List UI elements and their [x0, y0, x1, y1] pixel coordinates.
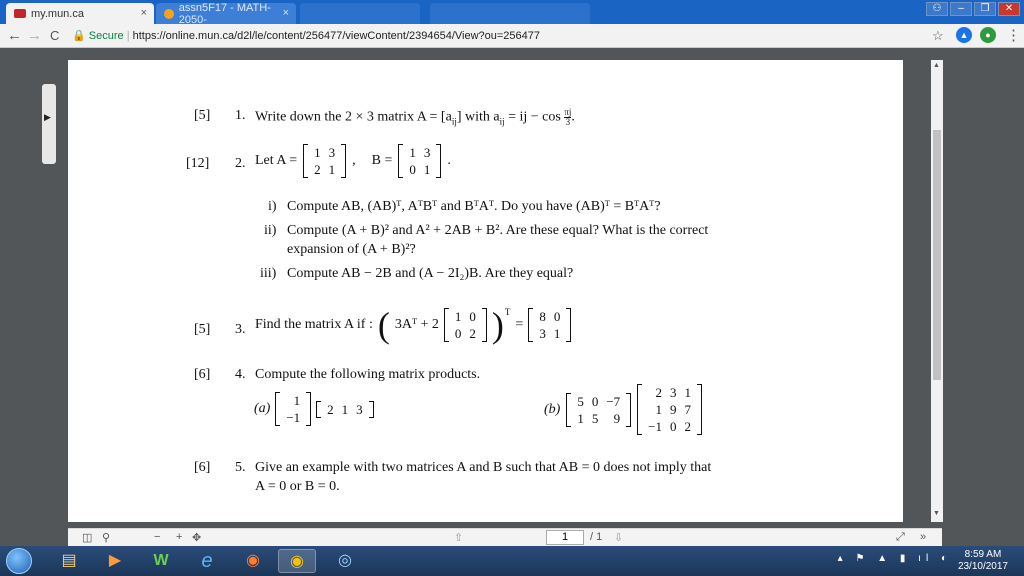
clock[interactable]: 8:59 AM 23/10/2017	[958, 549, 1008, 573]
question-number: 1.	[235, 108, 246, 123]
row-vector: 213	[316, 400, 374, 418]
word-icon[interactable]: W	[142, 549, 180, 573]
bookmark-star-icon[interactable]: ☆	[932, 27, 944, 45]
part-text: Compute AB − 2B and (A − 2I₂)B. Are they…	[287, 266, 574, 281]
tab-close-icon[interactable]: ×	[283, 7, 289, 19]
tab-title: assn5F17 - MATH-2050-	[178, 1, 271, 26]
thumbnails-icon[interactable]: ◫	[82, 531, 92, 544]
file-explorer-icon[interactable]: ▤	[50, 549, 88, 573]
next-page-icon[interactable]: ⇩	[614, 531, 623, 544]
marks: [5]	[194, 322, 211, 337]
firefox-icon[interactable]: ◉	[234, 549, 272, 573]
viewer-toolbar: ◫ ⚲ − + ✥ ⇧ 1 / 1 ⇩ ⤢ »	[68, 528, 942, 546]
taskbar: ▤ ▶ W e ◉ ◉ ◎ ▴ ⚑ ▲ ▮ ıl ◐ 8:59 AM 23/10…	[0, 546, 1024, 576]
part-text: Compute (A + B)² and A² + 2AB + B². Are …	[287, 223, 709, 238]
mun-favicon-icon	[14, 9, 26, 18]
tab-bar: my.mun.ca × assn5F17 - MATH-2050- × ⚇ – …	[0, 0, 1024, 26]
extension-icon[interactable]: ●	[980, 27, 996, 43]
profile-icon[interactable]: ⚇	[926, 2, 948, 16]
scroll-up-icon[interactable]: ▲	[933, 62, 940, 69]
part-label: ii)	[264, 223, 277, 238]
previous-page-icon[interactable]: ⇧	[454, 531, 463, 544]
tab-blurred[interactable]	[300, 3, 420, 24]
matrix-B: 13 01	[398, 144, 442, 178]
scroll-down-icon[interactable]: ▼	[933, 510, 940, 517]
scroll-thumb[interactable]	[933, 130, 941, 380]
reload-icon[interactable]: C	[50, 27, 59, 45]
question-number: 4.	[235, 367, 246, 382]
column-vector: 1 −1	[275, 392, 312, 426]
tab-close-icon[interactable]: ×	[141, 7, 147, 19]
question-3-text: Find the matrix A if : ( 3Aᵀ + 2 10 02 )…	[255, 307, 572, 343]
d2l-favicon-icon	[164, 8, 174, 19]
question-5-line1: Give an example with two matrices A and …	[255, 460, 712, 475]
product-b: (b) 5 0 −7 159 231 197 −1 0 2	[544, 384, 703, 435]
document-page: [5] 1. Write down the 2 × 3 matrix A = […	[68, 60, 903, 522]
page-number-input[interactable]: 1	[546, 530, 584, 545]
lock-icon: 🔒	[72, 30, 89, 42]
tab-my-mun[interactable]: my.mun.ca ×	[6, 3, 154, 24]
marks: [12]	[186, 156, 210, 171]
marks: [6]	[194, 367, 211, 382]
side-panel-toggle[interactable]	[42, 84, 56, 164]
secure-label: Secure	[88, 30, 124, 42]
restore-icon[interactable]: ❐	[974, 2, 996, 16]
close-window-icon[interactable]: ✕	[998, 2, 1020, 16]
part-text: expansion of (A + B)²?	[287, 242, 416, 257]
url-field[interactable]: 🔒 Secure | https://online.mun.ca/d2l/le/…	[72, 27, 952, 45]
part-label: iii)	[260, 266, 277, 281]
matrix-R: 80 31	[528, 308, 572, 342]
question-number: 5.	[235, 460, 246, 475]
page-scrollbar[interactable]: ▲ ▼	[931, 60, 943, 522]
zoom-in-button[interactable]: +	[176, 531, 182, 543]
tab-assignment[interactable]: assn5F17 - MATH-2050- ×	[156, 1, 296, 26]
forward-icon[interactable]: →	[27, 27, 42, 45]
question-2-header: Let A = 13 21 , B = 13 01 .	[255, 144, 451, 178]
minimize-icon[interactable]: –	[950, 2, 972, 16]
question-1-text: Write down the 2 × 3 matrix A = [aij] wi…	[255, 107, 575, 127]
internet-explorer-icon[interactable]: e	[188, 549, 226, 573]
product-a: (a) 1 −1 213	[254, 392, 374, 426]
matrix-3x3: 231 197 −1 0 2	[637, 384, 703, 435]
chrome-icon[interactable]: ◉	[278, 549, 316, 573]
url-text: https://online.mun.ca/d2l/le/content/256…	[132, 30, 541, 42]
fullscreen-icon[interactable]: ⤢	[896, 531, 905, 544]
search-icon[interactable]: ⚲	[102, 531, 110, 544]
zoom-out-button[interactable]: −	[154, 531, 160, 543]
start-button[interactable]	[6, 548, 32, 574]
matrix-2x3: 5 0 −7 159	[566, 392, 632, 427]
part-text: Compute AB, (AB)ᵀ, AᵀBᵀ and BᵀAᵀ. Do you…	[287, 199, 661, 214]
part-label: i)	[268, 199, 277, 214]
expand-panel-icon[interactable]: »	[920, 531, 926, 543]
question-number: 2.	[235, 156, 246, 171]
pan-icon[interactable]: ✥	[192, 531, 201, 544]
media-player-icon[interactable]: ▶	[96, 549, 134, 573]
tab-blurred[interactable]	[430, 3, 590, 24]
matrix-M: 10 02	[443, 308, 487, 342]
address-bar: ← → C 🔒 Secure | https://online.mun.ca/d…	[0, 24, 1024, 48]
chromium-icon[interactable]: ◎	[326, 549, 364, 573]
question-number: 3.	[235, 322, 246, 337]
question-5-line2: A = 0 or B = 0.	[255, 479, 340, 494]
side-expand-icon[interactable]: ▶	[44, 112, 51, 123]
marks: [5]	[194, 108, 211, 123]
system-tray-icons[interactable]: ▴ ⚑ ▲ ▮ ıl ◐	[838, 553, 952, 564]
question-4-text: Compute the following matrix products.	[255, 367, 481, 382]
menu-icon[interactable]: ⋮	[1006, 27, 1021, 45]
matrix-A: 13 21	[303, 144, 347, 178]
page-total: / 1	[590, 531, 603, 543]
tab-title: my.mun.ca	[31, 7, 84, 20]
extension-icon[interactable]: ▲	[956, 27, 972, 43]
back-icon[interactable]: ←	[7, 27, 22, 45]
marks: [6]	[194, 460, 211, 475]
